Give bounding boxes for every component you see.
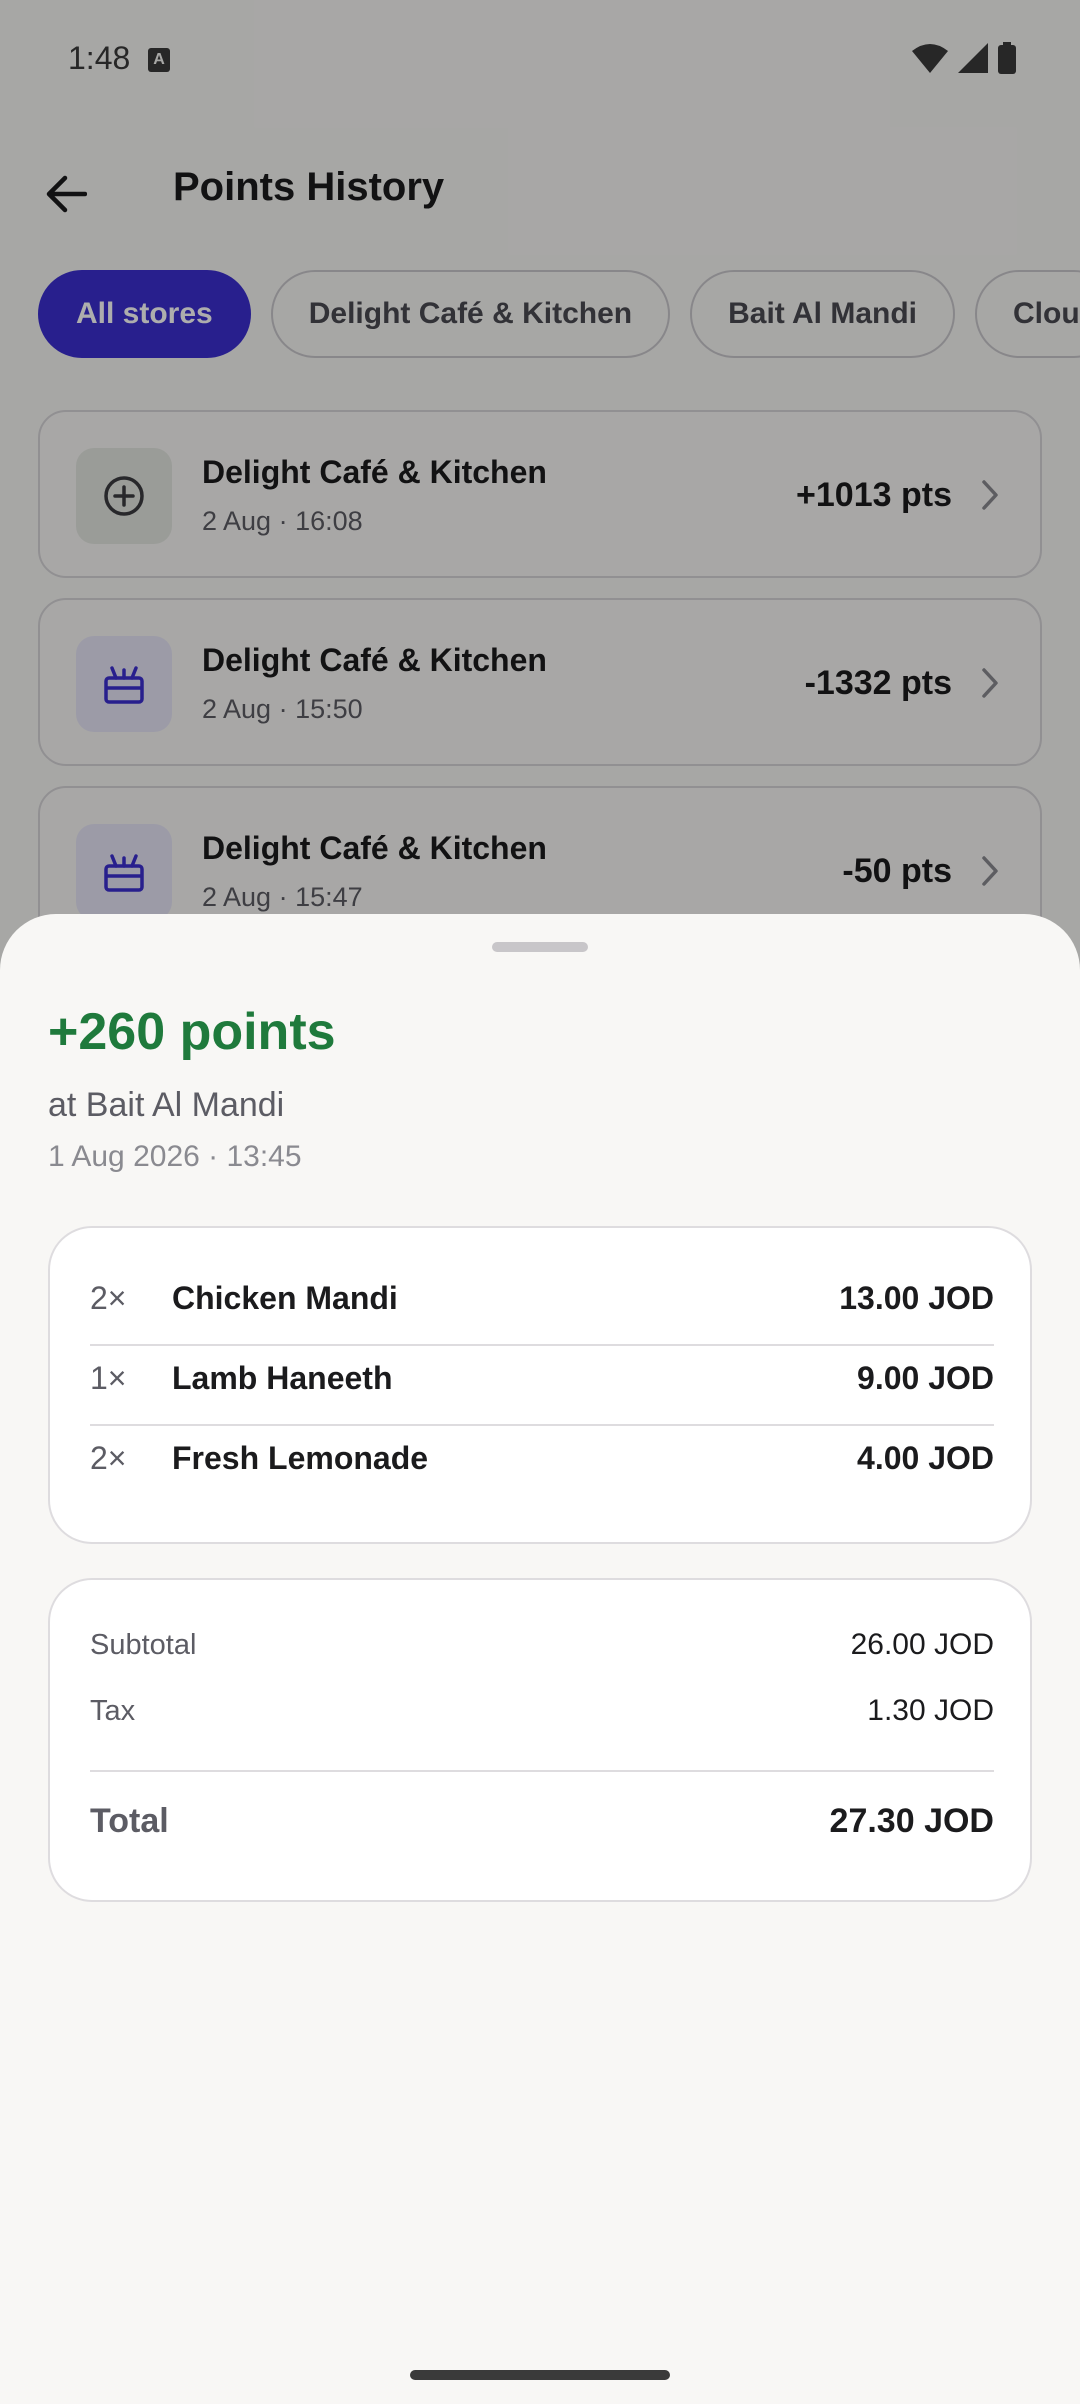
subtotal-row: Subtotal 26.00 JOD xyxy=(90,1628,994,1662)
subtotal-value: 26.00 JOD xyxy=(850,1628,994,1661)
transaction-store: at Bait Al Mandi xyxy=(48,1086,285,1124)
item-quantity: 1× xyxy=(90,1359,127,1396)
points-earned-title: +260 points xyxy=(48,1003,336,1061)
gesture-home-bar[interactable] xyxy=(410,2370,670,2380)
subtotal-label: Subtotal xyxy=(90,1628,197,1661)
tax-row: Tax 1.30 JOD xyxy=(90,1694,994,1728)
tax-value: 1.30 JOD xyxy=(867,1694,994,1727)
item-quantity: 2× xyxy=(90,1439,127,1476)
order-item-row: 2× Chicken Mandi 13.00 JOD xyxy=(90,1258,994,1338)
order-item-row: 1× Lamb Haneeth 9.00 JOD xyxy=(90,1338,994,1418)
item-price: 13.00 JOD xyxy=(839,1279,994,1316)
order-item-row: 2× Fresh Lemonade 4.00 JOD xyxy=(90,1418,994,1498)
totals-divider xyxy=(90,1770,994,1772)
drag-handle[interactable] xyxy=(492,942,588,952)
item-price: 9.00 JOD xyxy=(857,1359,994,1396)
item-quantity: 2× xyxy=(90,1279,127,1316)
order-totals-card: Subtotal 26.00 JOD Tax 1.30 JOD Total 27… xyxy=(48,1578,1032,1902)
transaction-detail-sheet: +260 points at Bait Al Mandi 1 Aug 2026 … xyxy=(0,914,1080,2404)
item-name: Lamb Haneeth xyxy=(172,1359,393,1396)
tax-label: Tax xyxy=(90,1694,136,1727)
total-row: Total 27.30 JOD xyxy=(90,1802,994,1841)
item-name: Fresh Lemonade xyxy=(172,1439,429,1476)
item-name: Chicken Mandi xyxy=(172,1279,398,1316)
order-items-card: 2× Chicken Mandi 13.00 JOD 1× Lamb Hanee… xyxy=(48,1226,1032,1544)
total-label: Total xyxy=(90,1802,169,1840)
transaction-datetime: 1 Aug 2026 · 13:45 xyxy=(48,1140,302,1173)
item-price: 4.00 JOD xyxy=(857,1439,994,1476)
total-value: 27.30 JOD xyxy=(829,1802,994,1840)
